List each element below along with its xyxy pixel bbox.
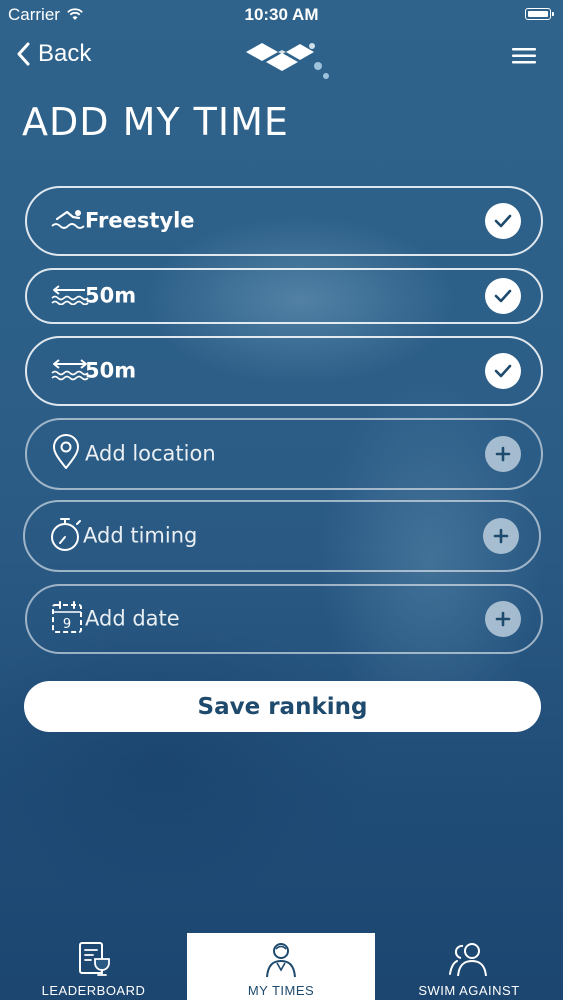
- add-timing-button[interactable]: Add timing: [23, 500, 541, 572]
- stroke-label: Freestyle: [85, 208, 195, 233]
- pool-length-label: 50m: [85, 283, 137, 308]
- tab-leaderboard-label: LEADERBOARD: [41, 983, 146, 998]
- status-bar: Carrier 10:30 AM: [0, 0, 563, 30]
- location-pin-icon: [51, 434, 81, 474]
- swimmer-icon: [51, 207, 87, 235]
- menu-icon[interactable]: [511, 47, 537, 69]
- check-icon: [485, 278, 521, 314]
- stroke-selector[interactable]: Freestyle: [25, 186, 543, 256]
- distance-label: 50m: [85, 358, 137, 383]
- add-date-button[interactable]: 9 Add date: [25, 584, 543, 654]
- trophy-icon: [0, 941, 187, 977]
- pool-length-icon: [51, 283, 89, 309]
- back-label: Back: [38, 40, 92, 67]
- tab-my-times-label: MY TIMES: [247, 983, 315, 998]
- add-location-button[interactable]: Add location: [25, 418, 543, 490]
- back-button[interactable]: Back: [16, 40, 91, 68]
- timing-label: Add timing: [83, 523, 198, 548]
- pool-length-selector[interactable]: 50m: [25, 268, 543, 324]
- plus-icon: [485, 601, 521, 637]
- chevron-left-icon: [17, 42, 30, 66]
- page-title: ADD MY TIME: [22, 100, 289, 144]
- tab-swim-against-label: SWIM AGAINST: [418, 983, 520, 998]
- date-label: Add date: [85, 606, 180, 631]
- tab-bar: LEADERBOARD MY TIMES SWIM AGAINST: [0, 933, 563, 1000]
- battery-icon: [525, 8, 554, 20]
- tab-my-times[interactable]: MY TIMES: [187, 933, 375, 1000]
- plus-icon: [485, 436, 521, 472]
- status-time: 10:30 AM: [244, 5, 319, 24]
- stopwatch-icon: [49, 515, 83, 557]
- calendar-day-number: 9: [63, 617, 71, 632]
- tab-swim-against[interactable]: SWIM AGAINST: [375, 933, 563, 1000]
- swimmer-profile-icon: [187, 941, 375, 979]
- users-icon: [375, 941, 563, 979]
- check-icon: [485, 353, 521, 389]
- plus-icon: [483, 518, 519, 554]
- calendar-icon: 9: [51, 600, 83, 638]
- distance-icon: [51, 357, 89, 385]
- brand-logo: [242, 38, 334, 90]
- location-label: Add location: [85, 441, 216, 466]
- distance-selector[interactable]: 50m: [25, 336, 543, 406]
- check-icon: [485, 203, 521, 239]
- save-ranking-button[interactable]: Save ranking: [24, 681, 541, 732]
- tab-leaderboard[interactable]: LEADERBOARD: [0, 933, 187, 1000]
